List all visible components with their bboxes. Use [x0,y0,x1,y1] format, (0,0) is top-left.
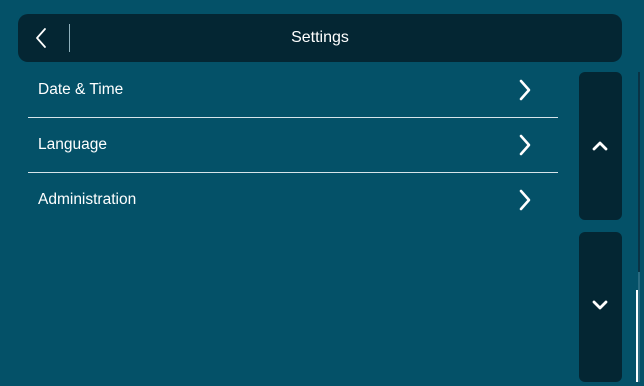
scroll-up-button[interactable] [579,72,622,220]
menu-item-label: Administration [38,191,137,208]
menu-item-label: Language [38,136,107,153]
menu-item-language[interactable]: Language [28,118,558,173]
scroll-down-button[interactable] [579,232,622,382]
settings-menu: Date & Time Language Administration [28,63,558,227]
menu-item-label: Date & Time [38,81,124,98]
page-title: Settings [291,29,349,46]
menu-item-administration[interactable]: Administration [28,173,558,227]
chevron-up-icon [592,141,608,151]
chevron-right-icon [519,189,531,211]
scrollbar-thumb[interactable] [636,290,638,382]
menu-item-date-time[interactable]: Date & Time [28,63,558,118]
chevron-right-icon [519,79,531,101]
chevron-down-icon [592,300,608,310]
scrollbar-shade [638,72,640,272]
chevron-right-icon [519,134,531,156]
header-bar: Settings [18,14,622,62]
